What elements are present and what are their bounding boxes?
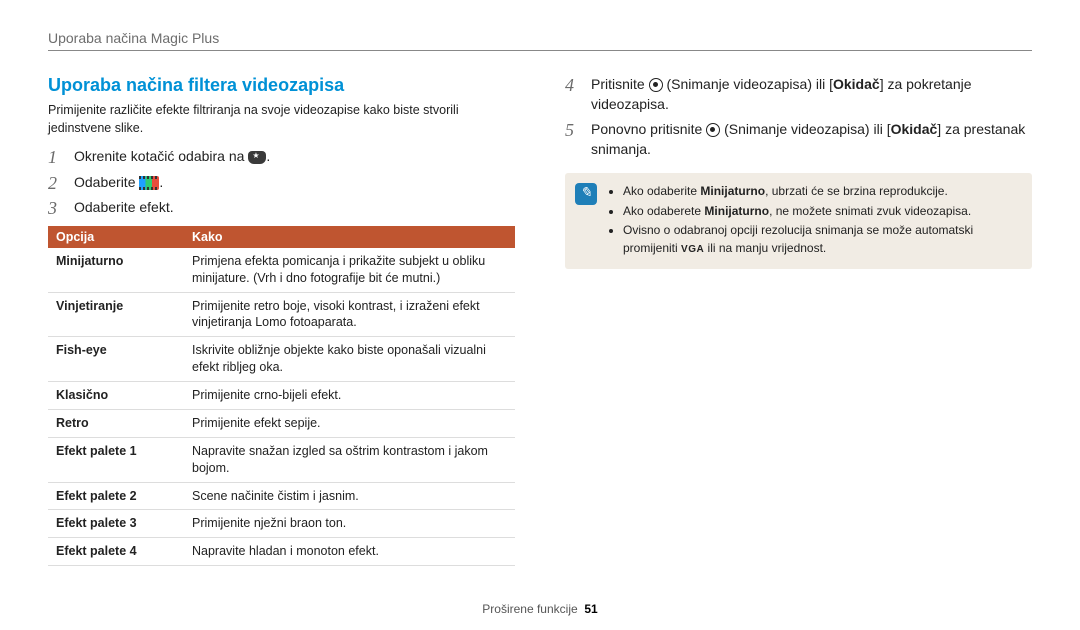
note-text: Ako odaberite xyxy=(623,184,700,198)
option-name: Efekt palete 1 xyxy=(48,437,184,482)
steps-left: 1 Okrenite kotačić odabira na . 2 Odaber… xyxy=(48,147,515,218)
shutter-bold: Okidač xyxy=(833,76,880,92)
option-name: Efekt palete 4 xyxy=(48,538,184,566)
footer-section: Proširene funkcije xyxy=(482,602,577,616)
option-desc: Primjena efekta pomicanja i prikažite su… xyxy=(184,248,515,292)
note-text: ili na manju vrijednost. xyxy=(704,241,826,255)
page-root: Uporaba načina Magic Plus Uporaba načina… xyxy=(0,0,1080,630)
option-name: Vinjetiranje xyxy=(48,292,184,337)
table-row: VinjetiranjePrimijenite retro boje, viso… xyxy=(48,292,515,337)
step-5: 5 Ponovno pritisnite (Snimanje videozapi… xyxy=(565,120,1032,159)
options-table: Opcija Kako MinijaturnoPrimjena efekta p… xyxy=(48,226,515,566)
note-text: , ubrzati će se brzina reprodukcije. xyxy=(765,184,948,198)
step-3: 3 Odaberite efekt. xyxy=(48,198,515,218)
footer: Proširene funkcije 51 xyxy=(0,602,1080,616)
table-row: RetroPrimijenite efekt sepije. xyxy=(48,409,515,437)
note-icon: ✎ xyxy=(575,183,597,205)
mode-dial-icon xyxy=(248,151,266,164)
step-text: Ponovno pritisnite xyxy=(591,121,706,137)
step-text: Okrenite kotačić odabira na xyxy=(74,148,248,164)
note-item: Ovisno o odabranoj opciji rezolucija sni… xyxy=(623,222,1018,257)
option-desc: Napravite hladan i monoton efekt. xyxy=(184,538,515,566)
option-name: Retro xyxy=(48,409,184,437)
table-row: Efekt palete 4Napravite hladan i monoton… xyxy=(48,538,515,566)
filmstrip-icon xyxy=(139,176,159,190)
option-desc: Napravite snažan izgled sa oštrim kontra… xyxy=(184,437,515,482)
step-4: 4 Pritisnite (Snimanje videozapisa) ili … xyxy=(565,75,1032,114)
option-desc: Primijenite retro boje, visoki kontrast,… xyxy=(184,292,515,337)
breadcrumb: Uporaba načina Magic Plus xyxy=(48,30,1032,46)
columns: Uporaba načina filtera videozapisa Primi… xyxy=(48,75,1032,566)
option-name: Efekt palete 3 xyxy=(48,510,184,538)
step-text-tail: . xyxy=(159,174,163,190)
step-number: 5 xyxy=(565,118,574,143)
option-desc: Iskrivite obližnje objekte kako biste op… xyxy=(184,337,515,382)
step-number: 3 xyxy=(48,196,57,221)
steps-right: 4 Pritisnite (Snimanje videozapisa) ili … xyxy=(565,75,1032,159)
th-how: Kako xyxy=(184,226,515,248)
option-desc: Primijenite efekt sepije. xyxy=(184,409,515,437)
note-item: Ako odaberete Minijaturno, ne možete sni… xyxy=(623,203,1018,220)
step-text: (Snimanje videozapisa) ili [ xyxy=(663,76,833,92)
step-text: Odaberite efekt. xyxy=(74,199,174,215)
note-bold: Minijaturno xyxy=(700,184,765,198)
left-column: Uporaba načina filtera videozapisa Primi… xyxy=(48,75,515,566)
table-row: Efekt palete 1Napravite snažan izgled sa… xyxy=(48,437,515,482)
option-name: Klasično xyxy=(48,382,184,410)
option-name: Fish-eye xyxy=(48,337,184,382)
step-text-tail: . xyxy=(266,148,270,164)
vga-label: VGA xyxy=(681,244,704,255)
step-text: Pritisnite xyxy=(591,76,649,92)
option-desc: Primijenite crno-bijeli efekt. xyxy=(184,382,515,410)
table-row: Fish-eyeIskrivite obližnje objekte kako … xyxy=(48,337,515,382)
section-heading: Uporaba načina filtera videozapisa xyxy=(48,75,515,96)
table-row: Efekt palete 3Primijenite nježni braon t… xyxy=(48,510,515,538)
record-icon xyxy=(706,123,720,137)
option-name: Efekt palete 2 xyxy=(48,482,184,510)
options-tbody: MinijaturnoPrimjena efekta pomicanja i p… xyxy=(48,248,515,566)
step-2: 2 Odaberite . xyxy=(48,173,515,193)
record-icon xyxy=(649,78,663,92)
shutter-bold: Okidač xyxy=(891,121,938,137)
note-text: , ne možete snimati zvuk videozapisa. xyxy=(769,204,971,218)
note-list: Ako odaberite Minijaturno, ubrzati će se… xyxy=(609,183,1018,257)
option-desc: Primijenite nježni braon ton. xyxy=(184,510,515,538)
th-option: Opcija xyxy=(48,226,184,248)
step-1: 1 Okrenite kotačić odabira na . xyxy=(48,147,515,167)
step-number: 4 xyxy=(565,73,574,98)
table-row: Efekt palete 2Scene načinite čistim i ja… xyxy=(48,482,515,510)
step-text: Odaberite xyxy=(74,174,139,190)
divider xyxy=(48,50,1032,51)
step-number: 1 xyxy=(48,145,57,170)
option-desc: Scene načinite čistim i jasnim. xyxy=(184,482,515,510)
note-text: Ako odaberete xyxy=(623,204,704,218)
intro-text: Primijenite različite efekte filtriranja… xyxy=(48,102,515,137)
page-number: 51 xyxy=(584,602,597,616)
note-box: ✎ Ako odaberite Minijaturno, ubrzati će … xyxy=(565,173,1032,269)
right-column: 4 Pritisnite (Snimanje videozapisa) ili … xyxy=(565,75,1032,566)
note-item: Ako odaberite Minijaturno, ubrzati će se… xyxy=(623,183,1018,200)
option-name: Minijaturno xyxy=(48,248,184,292)
table-row: MinijaturnoPrimjena efekta pomicanja i p… xyxy=(48,248,515,292)
step-text: (Snimanje videozapisa) ili [ xyxy=(720,121,890,137)
table-row: KlasičnoPrimijenite crno-bijeli efekt. xyxy=(48,382,515,410)
note-bold: Minijaturno xyxy=(704,204,769,218)
step-number: 2 xyxy=(48,171,57,196)
